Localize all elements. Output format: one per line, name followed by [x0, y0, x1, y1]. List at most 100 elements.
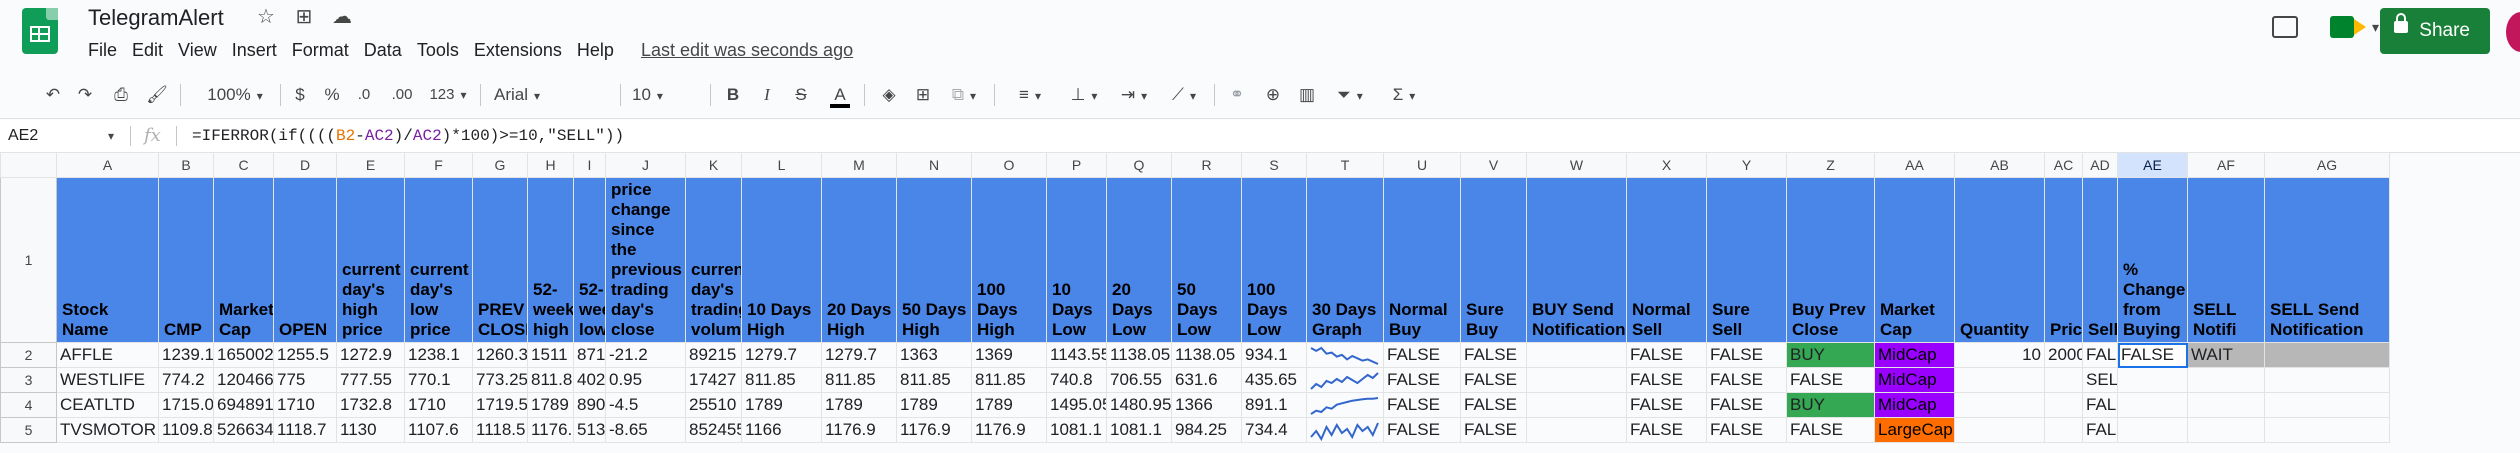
cloud-status-icon[interactable]: ☁: [330, 5, 354, 29]
column-header-l[interactable]: L: [741, 152, 822, 178]
cell-r2[interactable]: 1138.05: [1171, 342, 1242, 368]
cell-m4[interactable]: 1789: [821, 392, 897, 418]
cell-u5[interactable]: FALSE: [1383, 417, 1461, 443]
sparkline-cell[interactable]: [1306, 417, 1384, 443]
cell-a2[interactable]: AFFLE: [56, 342, 159, 368]
cell-p3[interactable]: 740.8: [1046, 367, 1107, 393]
column-header-v[interactable]: V: [1460, 152, 1527, 178]
cell-g4[interactable]: 1719.5: [472, 392, 528, 418]
header-cell[interactable]: Buy Prev Close: [1786, 177, 1875, 343]
cell-g5[interactable]: 1118.5: [472, 417, 528, 443]
cell-ac3[interactable]: [2044, 367, 2083, 393]
cell-y4[interactable]: FALSE: [1706, 392, 1787, 418]
cell-k3[interactable]: 17427: [685, 367, 742, 393]
column-header-r[interactable]: R: [1171, 152, 1242, 178]
cell-n3[interactable]: 811.85: [896, 367, 972, 393]
cell-f3[interactable]: 770.1: [404, 367, 473, 393]
cell-d4[interactable]: 1710: [273, 392, 337, 418]
column-header-s[interactable]: S: [1241, 152, 1307, 178]
column-header-ag[interactable]: AG: [2264, 152, 2390, 178]
cell-n2[interactable]: 1363: [896, 342, 972, 368]
cell-w5[interactable]: [1526, 417, 1627, 443]
cell-x5[interactable]: FALSE: [1626, 417, 1707, 443]
cell-o4[interactable]: 1789: [971, 392, 1047, 418]
cell-j4[interactable]: -4.5: [605, 392, 686, 418]
meet-icon[interactable]: ▾: [2330, 12, 2379, 42]
cell-aa2[interactable]: MidCap: [1874, 342, 1955, 368]
cell-v4[interactable]: FALSE: [1460, 392, 1527, 418]
column-header-q[interactable]: Q: [1106, 152, 1172, 178]
header-cell[interactable]: price change since the previous trading …: [605, 177, 686, 343]
comment-add-icon[interactable]: ⊕: [1260, 72, 1286, 118]
cell-f5[interactable]: 1107.6: [404, 417, 473, 443]
cell-s5[interactable]: 734.4: [1241, 417, 1307, 443]
cell-v2[interactable]: FALSE: [1460, 342, 1527, 368]
cell-p2[interactable]: 1143.55: [1046, 342, 1107, 368]
header-cell[interactable]: SELL Send Notification: [2264, 177, 2390, 343]
menu-insert[interactable]: Insert: [232, 38, 288, 62]
cell-u3[interactable]: FALSE: [1383, 367, 1461, 393]
star-icon[interactable]: ☆: [254, 5, 278, 29]
cell-i3[interactable]: 402.3: [573, 367, 606, 393]
column-header-p[interactable]: P: [1046, 152, 1107, 178]
cell-af2[interactable]: WAIT: [2187, 342, 2265, 368]
percent-button[interactable]: %: [322, 72, 342, 118]
cell-m2[interactable]: 1279.7: [821, 342, 897, 368]
rotate-icon[interactable]: ⟋: [1164, 72, 1204, 118]
header-cell[interactable]: Sure Buy: [1460, 177, 1527, 343]
column-header-m[interactable]: M: [821, 152, 897, 178]
menu-tools[interactable]: Tools: [417, 38, 470, 62]
cell-p4[interactable]: 1495.05: [1046, 392, 1107, 418]
column-header-k[interactable]: K: [685, 152, 742, 178]
header-cell[interactable]: 100 Days Low: [1241, 177, 1307, 343]
menu-edit[interactable]: Edit: [132, 38, 174, 62]
cell-ad5[interactable]: FALSE: [2082, 417, 2118, 443]
column-header-w[interactable]: W: [1526, 152, 1627, 178]
row-header[interactable]: 3: [0, 367, 57, 393]
cell-n5[interactable]: 1176.9: [896, 417, 972, 443]
header-cell[interactable]: 30 Days Graph: [1306, 177, 1384, 343]
column-header-a[interactable]: A: [56, 152, 159, 178]
cell-y5[interactable]: FALSE: [1706, 417, 1787, 443]
document-title[interactable]: TelegramAlert: [88, 3, 224, 33]
cell-c2[interactable]: 1650025: [213, 342, 274, 368]
cell-c3[interactable]: 1204666: [213, 367, 274, 393]
cell-af4[interactable]: [2187, 392, 2265, 418]
cell-o2[interactable]: 1369: [971, 342, 1047, 368]
cell-l2[interactable]: 1279.7: [741, 342, 822, 368]
header-cell[interactable]: PREV CLOSE: [472, 177, 528, 343]
currency-button[interactable]: $: [290, 72, 310, 118]
cell-af3[interactable]: [2187, 367, 2265, 393]
align-icon[interactable]: ≡: [1010, 72, 1050, 118]
cell-ag2[interactable]: [2264, 342, 2390, 368]
wrap-icon[interactable]: ⇥: [1114, 72, 1154, 118]
header-cell[interactable]: Market Cap: [213, 177, 274, 343]
cell-z2[interactable]: BUY: [1786, 342, 1875, 368]
cell-ac4[interactable]: [2044, 392, 2083, 418]
header-cell[interactable]: 10 Days High: [741, 177, 822, 343]
cell-h2[interactable]: 1511: [527, 342, 574, 368]
header-cell[interactable]: 52-week low: [573, 177, 606, 343]
menu-help[interactable]: Help: [577, 38, 625, 62]
zoom-select[interactable]: 100%: [200, 72, 270, 118]
column-header-ae[interactable]: AE: [2117, 152, 2188, 178]
cell-ae2[interactable]: FALSE: [2117, 342, 2188, 368]
cell-j3[interactable]: 0.95: [605, 367, 686, 393]
header-cell[interactable]: Sure Sell: [1706, 177, 1787, 343]
header-cell[interactable]: 50 Days High: [896, 177, 972, 343]
cell-y3[interactable]: FALSE: [1706, 367, 1787, 393]
cell-q3[interactable]: 706.55: [1106, 367, 1172, 393]
cell-q2[interactable]: 1138.05: [1106, 342, 1172, 368]
cell-b5[interactable]: 1109.8: [158, 417, 214, 443]
cell-ae4[interactable]: [2117, 392, 2188, 418]
sparkline-cell[interactable]: [1306, 392, 1384, 418]
header-cell[interactable]: Normal Sell: [1626, 177, 1707, 343]
cell-m3[interactable]: 811.85: [821, 367, 897, 393]
cell-ae5[interactable]: [2117, 417, 2188, 443]
avatar[interactable]: I: [2506, 12, 2520, 52]
sparkline-cell[interactable]: [1306, 367, 1384, 393]
cell-g2[interactable]: 1260.3: [472, 342, 528, 368]
cell-ab4[interactable]: [1954, 392, 2045, 418]
cell-h3[interactable]: 811.8: [527, 367, 574, 393]
column-header-y[interactable]: Y: [1706, 152, 1787, 178]
